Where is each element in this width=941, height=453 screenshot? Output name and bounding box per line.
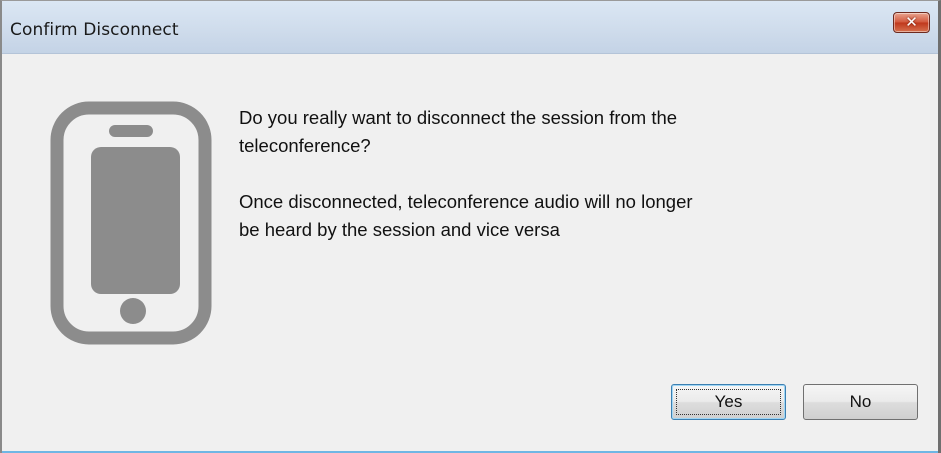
close-button[interactable]: ✕ xyxy=(893,12,930,33)
close-icon: ✕ xyxy=(905,13,918,31)
question-text: Do you really want to disconnect the ses… xyxy=(239,107,678,156)
no-button[interactable]: No xyxy=(803,384,918,420)
title-bar[interactable]: Confirm Disconnect ✕ xyxy=(2,1,938,54)
yes-button-label: Yes xyxy=(714,392,743,411)
confirm-disconnect-dialog: Confirm Disconnect ✕ Do you really want … xyxy=(0,0,941,453)
yes-button[interactable]: Yes xyxy=(671,384,786,420)
phone-home-button xyxy=(120,298,146,324)
no-button-label: No xyxy=(849,392,872,411)
dialog-title: Confirm Disconnect xyxy=(10,20,179,40)
message-area: Do you really want to disconnect the ses… xyxy=(239,104,859,244)
phone-screen xyxy=(91,147,180,294)
mobile-phone-icon xyxy=(50,101,212,345)
phone-speaker xyxy=(109,125,153,137)
detail-text: Once disconnected, teleconference audio … xyxy=(239,191,693,240)
